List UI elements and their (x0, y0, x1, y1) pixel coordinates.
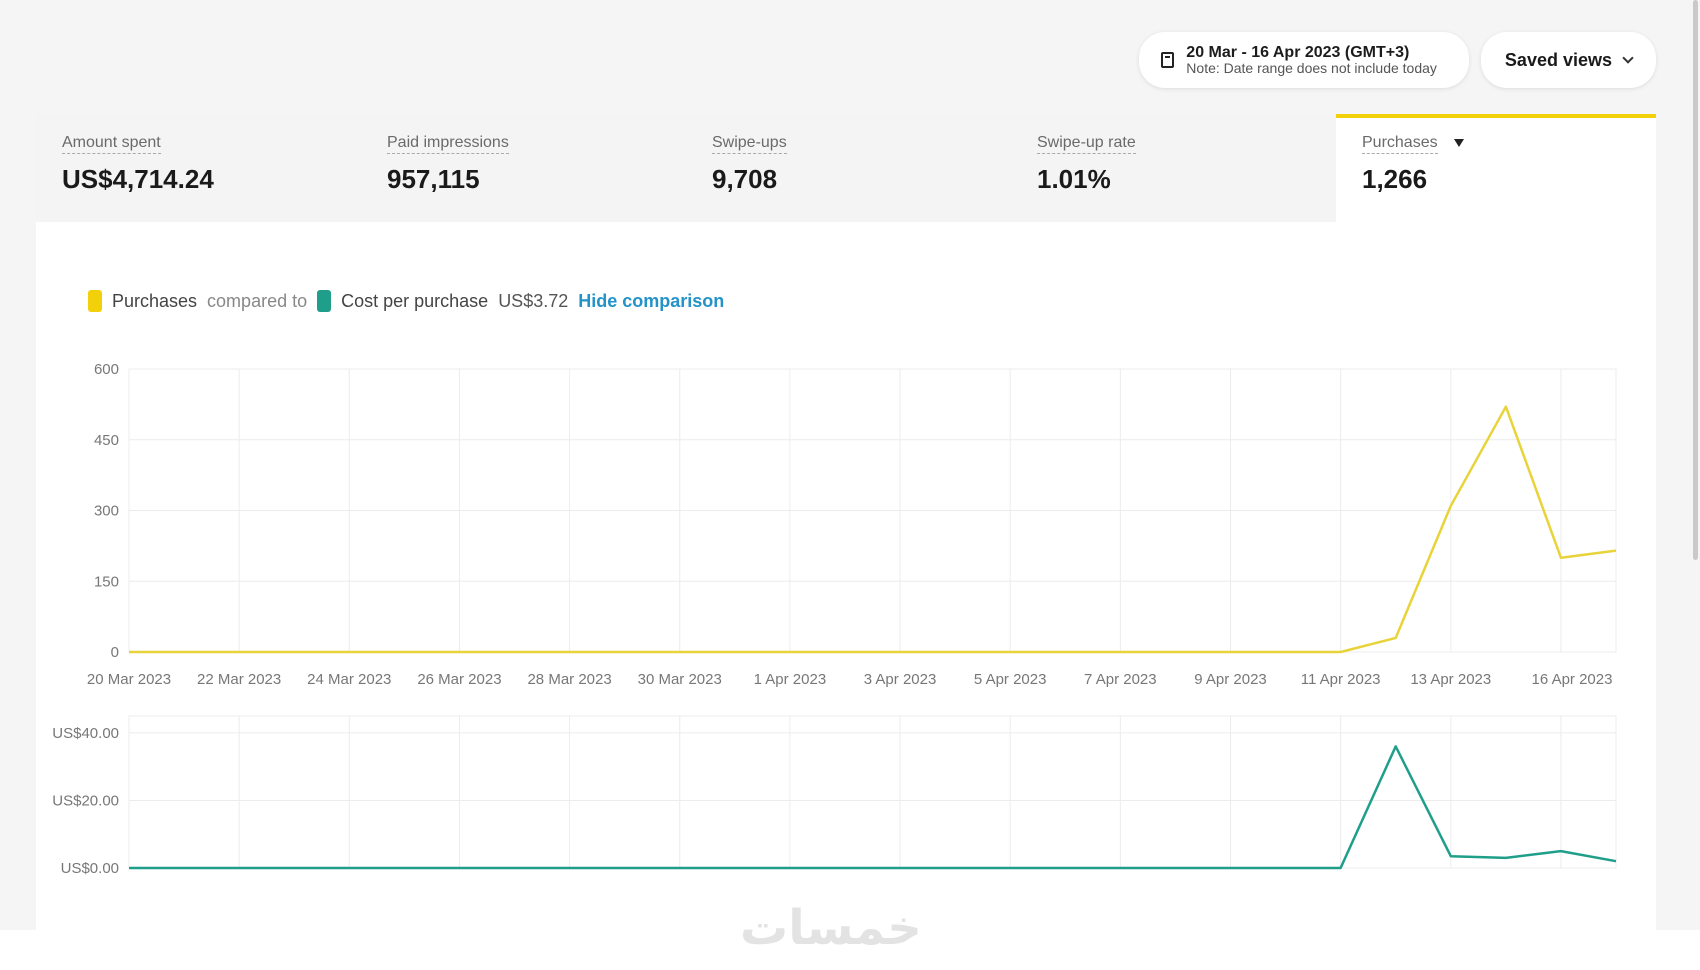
metric-label: Purchases (1362, 134, 1438, 154)
chevron-down-icon (1622, 52, 1634, 64)
calendar-icon (1161, 52, 1175, 68)
metric-value: US$4,714.24 (62, 164, 214, 194)
metric-label: Amount spent (62, 134, 161, 154)
watermark-text: خمسات (740, 902, 922, 955)
top-toolbar: 20 Mar - 16 Apr 2023 (GMT+3) Note: Date … (1139, 32, 1656, 88)
cost-swatch (317, 290, 332, 312)
metric-label: Swipe-up rate (1037, 134, 1136, 154)
legend-compared-to: compared to (207, 290, 308, 311)
date-range-note: Note: Date range does not include today (1186, 60, 1437, 77)
scrollbar[interactable] (1693, 0, 1698, 560)
legend-secondary-value: US$3.72 (498, 290, 569, 311)
metrics-panel: Amount spent US$4,714.24 Paid impression… (36, 114, 1656, 930)
purchases-swatch (88, 290, 102, 312)
metric-label: Paid impressions (387, 134, 509, 154)
saved-views-label: Saved views (1504, 49, 1612, 70)
date-range-picker[interactable]: 20 Mar - 16 Apr 2023 (GMT+3) Note: Date … (1139, 32, 1469, 88)
metric-amount-spent[interactable]: Amount spent US$4,714.24 (36, 114, 361, 222)
metric-swipe-ups[interactable]: Swipe-ups 9,708 (686, 114, 1011, 222)
metric-swipe-up-rate[interactable]: Swipe-up rate 1.01% (1011, 114, 1336, 222)
metric-label: Swipe-ups (712, 134, 787, 154)
metric-tabs: Amount spent US$4,714.24 Paid impression… (36, 114, 1656, 222)
chart-legend: Purchases compared to Cost per purchase … (88, 290, 724, 312)
saved-views-button[interactable]: Saved views (1480, 32, 1656, 88)
caret-down-icon[interactable] (1454, 138, 1465, 147)
metric-value: 9,708 (712, 164, 778, 194)
metric-value: 1,266 (1362, 164, 1428, 194)
hide-comparison-link[interactable]: Hide comparison (578, 291, 724, 312)
legend-primary: Purchases (112, 290, 198, 311)
legend-secondary: Cost per purchase (341, 290, 489, 311)
metric-value: 957,115 (387, 164, 480, 194)
metric-purchases[interactable]: Purchases 1,266 (1336, 114, 1656, 222)
metric-paid-impressions[interactable]: Paid impressions 957,115 (361, 114, 686, 222)
metric-value: 1.01% (1037, 164, 1111, 194)
date-range-text: 20 Mar - 16 Apr 2023 (GMT+3) (1186, 43, 1410, 61)
